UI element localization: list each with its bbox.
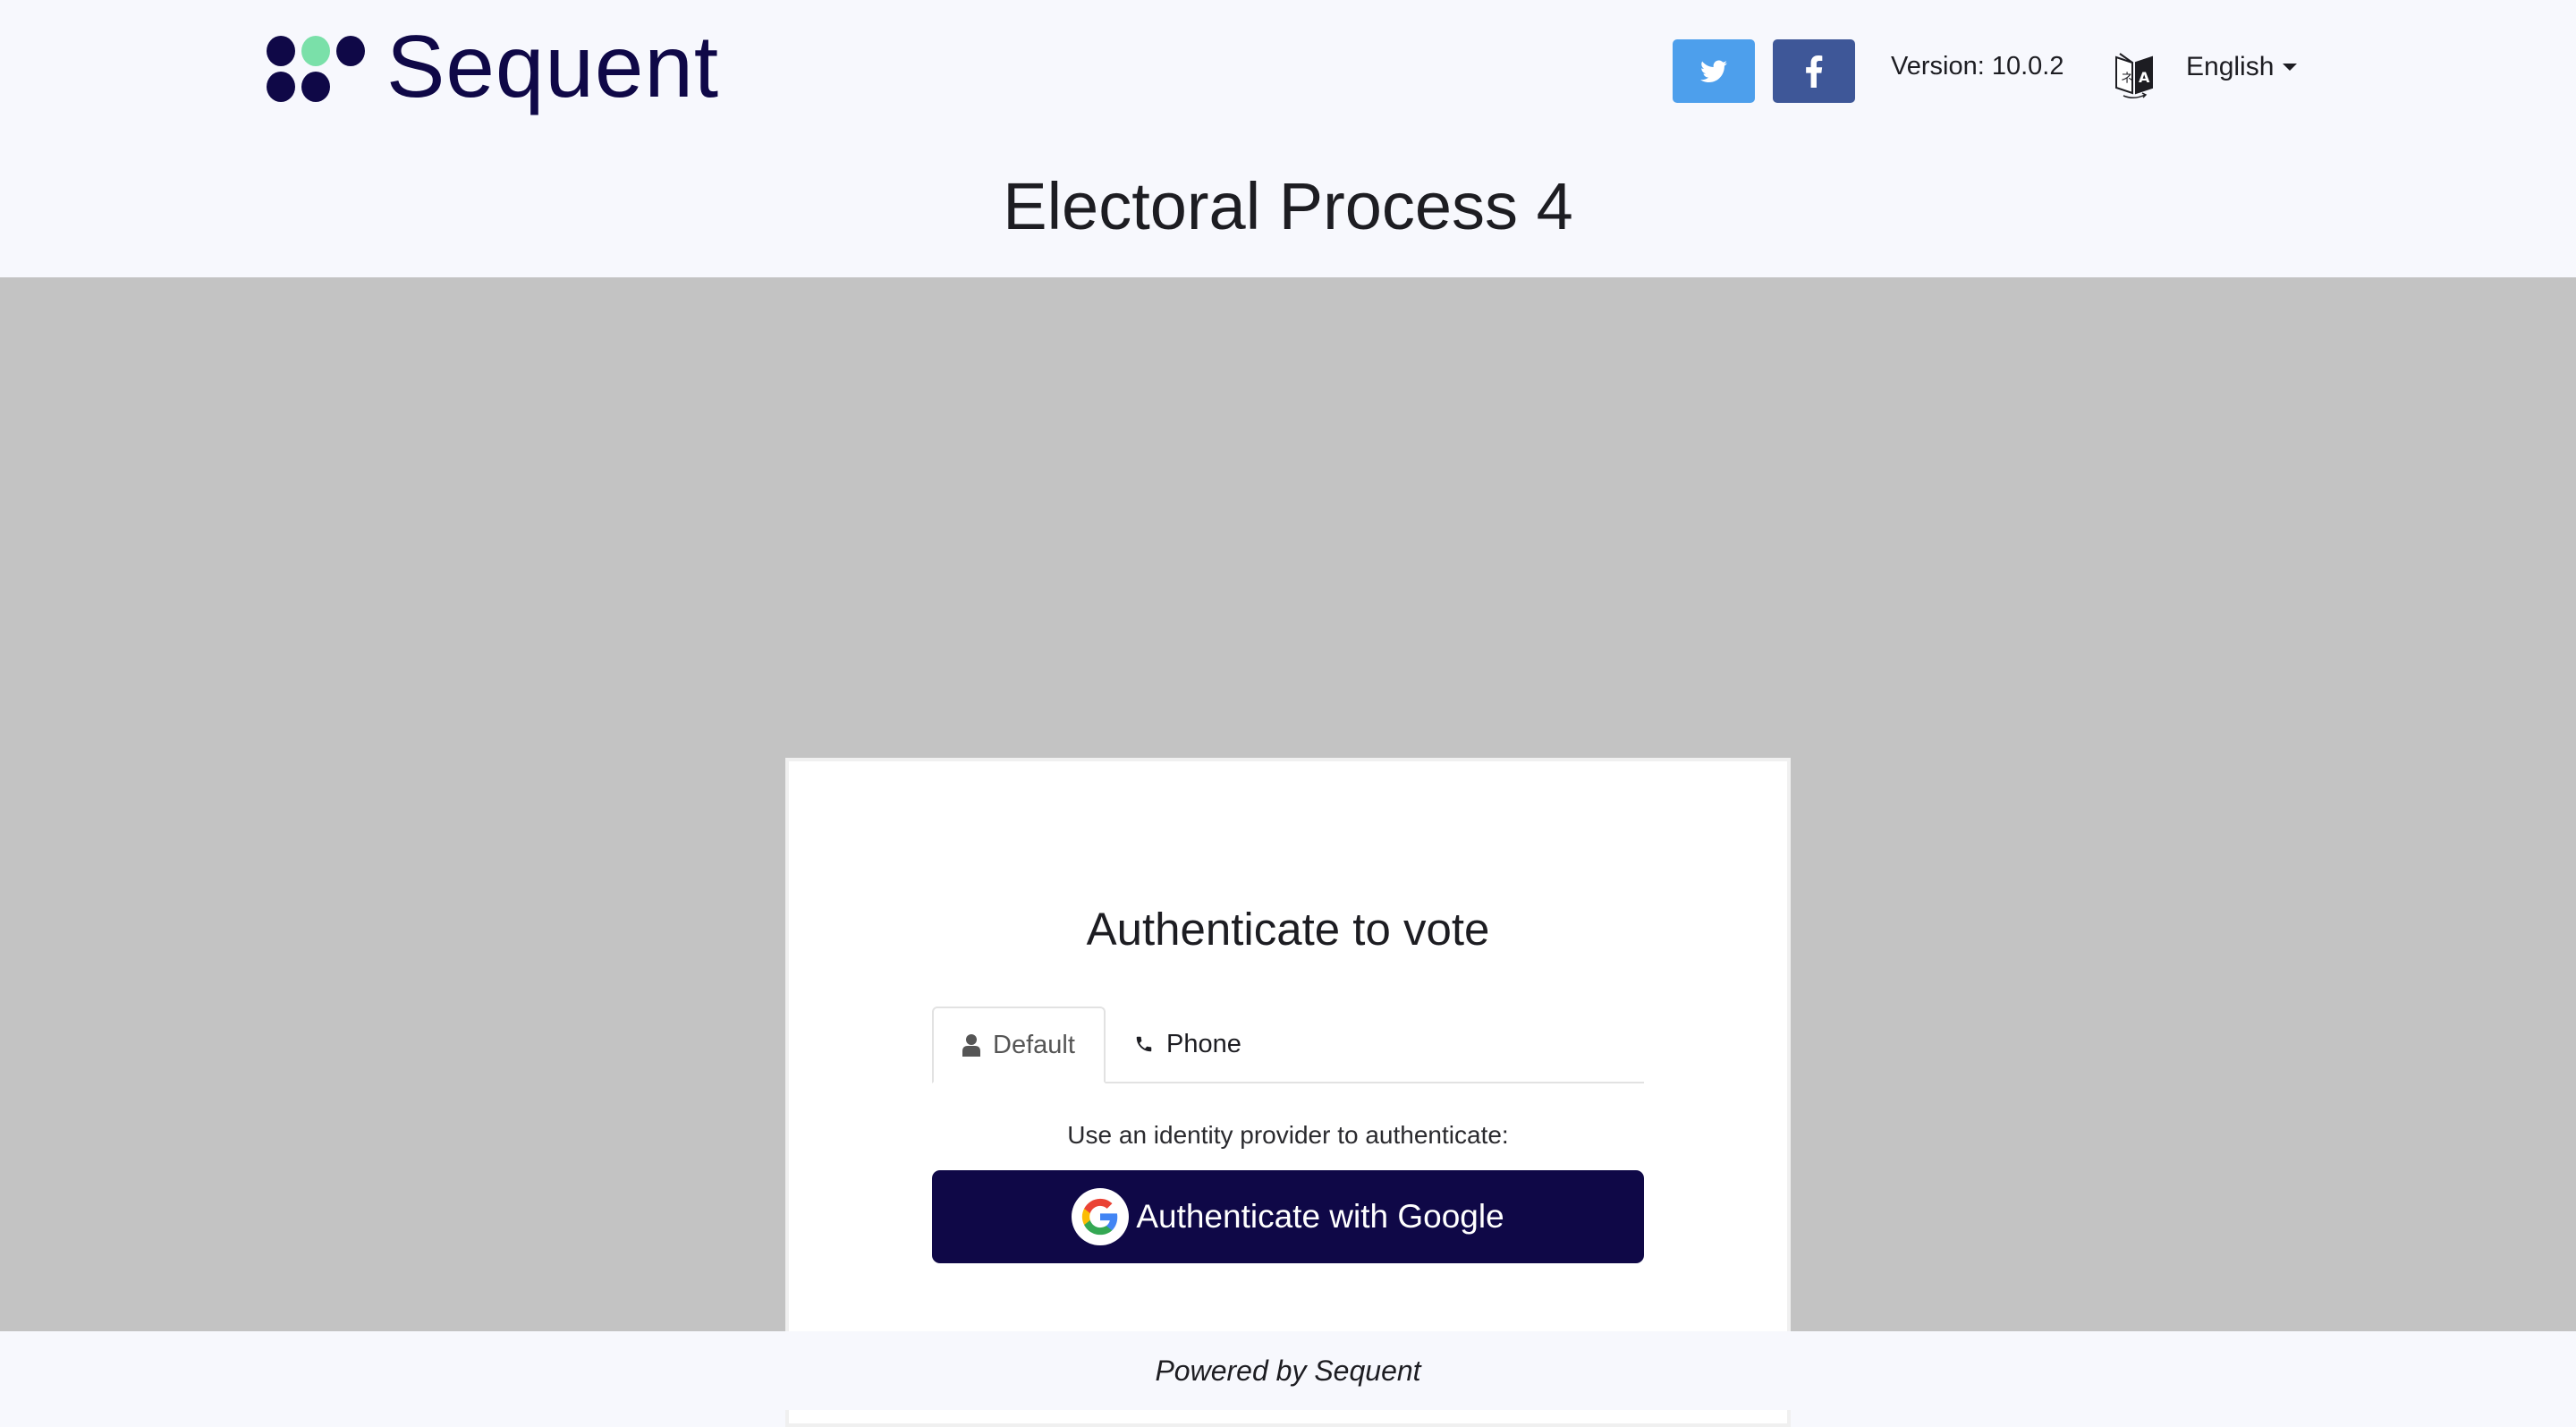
version-label: Version: 10.0.2 <box>1891 52 2064 81</box>
powered-by-text: Powered by Sequent <box>1155 1355 1421 1387</box>
tab-default[interactable]: Default <box>932 1007 1106 1083</box>
svg-text:A: A <box>2139 69 2150 86</box>
language-label: English <box>2186 52 2275 81</box>
language-dropdown[interactable]: English <box>2186 52 2298 82</box>
tab-phone[interactable]: Phone <box>1134 1007 1241 1082</box>
twitter-share-button[interactable] <box>1673 39 1755 103</box>
google-icon <box>1072 1188 1130 1245</box>
phone-icon <box>1136 1036 1152 1052</box>
svg-text:ネ: ネ <box>2121 72 2133 86</box>
logo-dots-icon <box>267 36 372 104</box>
sequent-logo[interactable]: Sequent <box>267 17 720 115</box>
auth-card: Authenticate to vote Default Phone Use a… <box>785 758 1791 1427</box>
main-content: Authenticate to vote Default Phone Use a… <box>0 277 2576 1427</box>
user-icon <box>962 1034 981 1057</box>
footer: Powered by Sequent <box>0 1331 2576 1410</box>
logo-text: Sequent <box>386 17 720 115</box>
tab-default-label: Default <box>993 1030 1075 1059</box>
auth-card-title: Authenticate to vote <box>1086 904 1490 955</box>
facebook-share-button[interactable] <box>1773 39 1855 103</box>
header: Sequent Version: 10.0.2 ネ A English Elec… <box>0 0 2576 277</box>
page-title: Electoral Process 4 <box>1003 169 1573 243</box>
facebook-icon <box>1806 55 1823 88</box>
chevron-down-icon <box>2283 64 2298 71</box>
twitter-icon <box>1700 60 1727 82</box>
google-button-label: Authenticate with Google <box>1136 1198 1504 1235</box>
auth-method-tabs: Default Phone <box>932 1007 1644 1083</box>
authenticate-with-google-button[interactable]: Authenticate with Google <box>932 1170 1644 1263</box>
translate-icon: ネ A <box>2115 53 2153 98</box>
tab-phone-label: Phone <box>1166 1029 1241 1058</box>
helper-text: Use an identity provider to authenticate… <box>1067 1121 1509 1149</box>
